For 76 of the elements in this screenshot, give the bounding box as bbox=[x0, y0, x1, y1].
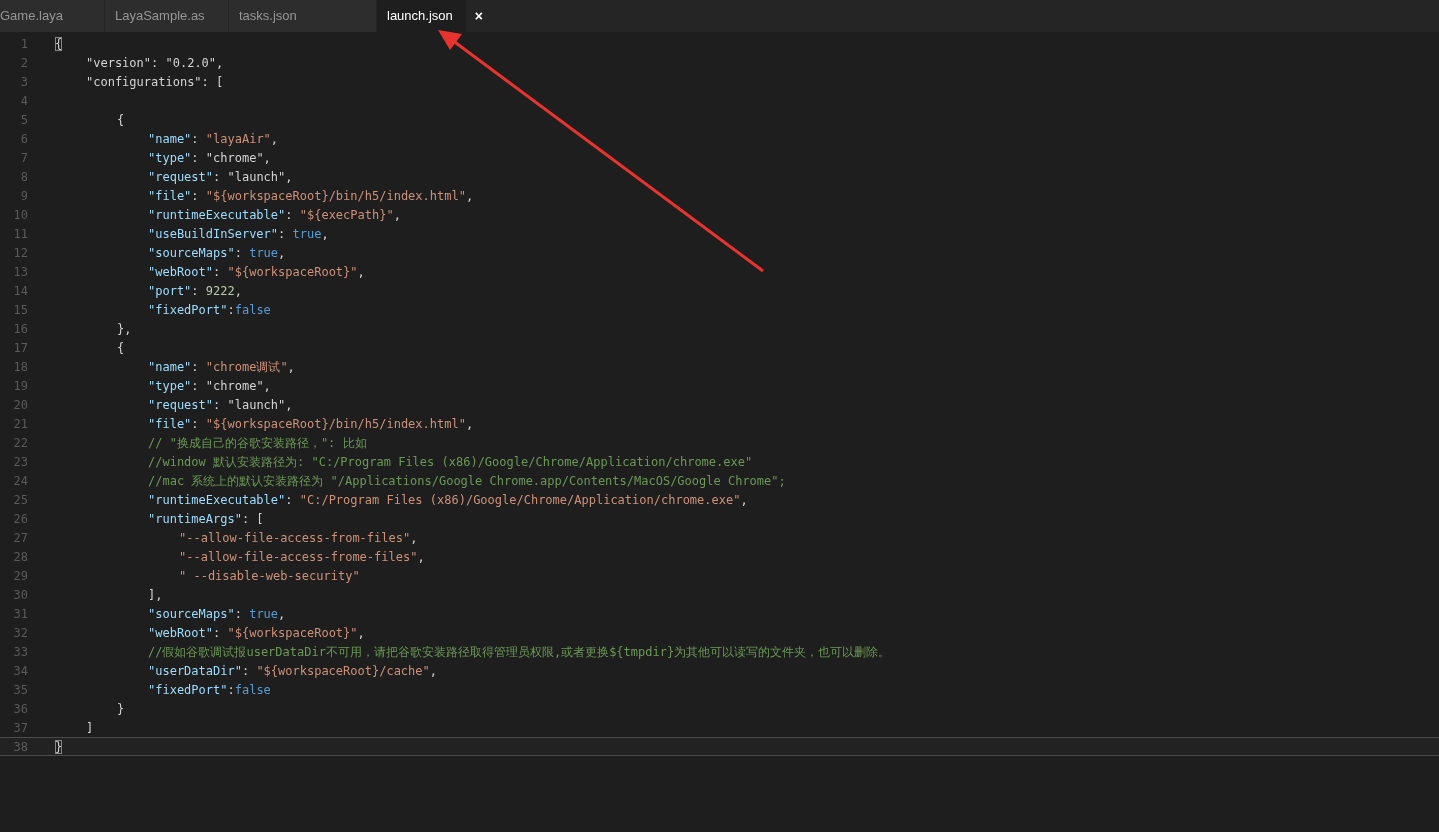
line-number: 16 bbox=[12, 320, 28, 338]
line-number: 37 bbox=[12, 719, 28, 737]
code-line: // "换成自己的谷歌安装路径，": 比如 bbox=[147, 434, 367, 452]
code-line: //window 默认安装路径为: "C:/Program Files (x86)/Google/Chrome/Application/chrome.exe" bbox=[147, 453, 753, 471]
line-number: 15 bbox=[12, 301, 28, 319]
code-line: "fixedPort":false bbox=[147, 301, 271, 319]
line-number: 24 bbox=[12, 472, 28, 490]
code-line: "port": 9222, bbox=[147, 282, 242, 300]
line-number: 29 bbox=[12, 567, 28, 585]
code-line: //假如谷歌调试报userDataDir不可用，请把谷歌安装路径取得管理员权限,或者更换${tmpdir}为其他可以读写的文件夹，也可以删除。 bbox=[147, 643, 891, 661]
code-line: "file": "${workspaceRoot}/bin/h5/index.html", bbox=[147, 415, 474, 433]
line-number: 8 bbox=[19, 168, 28, 186]
close-icon[interactable]: × bbox=[474, 5, 483, 27]
line-number: 7 bbox=[19, 149, 28, 167]
line-number: 1 bbox=[19, 35, 28, 53]
line-number: 32 bbox=[12, 624, 28, 642]
code-line: "sourceMaps": true, bbox=[147, 244, 286, 262]
line-number: 27 bbox=[12, 529, 28, 547]
code-line: }, bbox=[116, 320, 132, 338]
line-number: 5 bbox=[19, 111, 28, 129]
code-line: "name": "layaAir", bbox=[147, 130, 279, 148]
line-number: 30 bbox=[12, 586, 28, 604]
code-line: "type": "chrome", bbox=[147, 377, 271, 395]
line-number: 31 bbox=[12, 605, 28, 623]
line-number: 2 bbox=[19, 54, 28, 72]
line-number: 6 bbox=[19, 130, 28, 148]
code-line: "--allow-file-access-from-files", bbox=[178, 529, 418, 547]
code-line: "version": "0.2.0", bbox=[85, 54, 224, 72]
line-number: 9 bbox=[19, 187, 28, 205]
line-number: 35 bbox=[12, 681, 28, 699]
line-number: 13 bbox=[12, 263, 28, 281]
code-line: { bbox=[116, 111, 125, 129]
code-line: ] bbox=[85, 719, 94, 737]
code-line: "webRoot": "${workspaceRoot}", bbox=[147, 624, 365, 642]
line-number: 23 bbox=[12, 453, 28, 471]
code-line: "configurations": [ bbox=[85, 73, 224, 91]
line-number: 22 bbox=[12, 434, 28, 452]
line-number: 18 bbox=[12, 358, 28, 376]
code-line: "type": "chrome", bbox=[147, 149, 271, 167]
line-number: 14 bbox=[12, 282, 28, 300]
line-number: 12 bbox=[12, 244, 28, 262]
code-line: "webRoot": "${workspaceRoot}", bbox=[147, 263, 365, 281]
code-line: "request": "launch", bbox=[147, 168, 293, 186]
code-line: //mac 系统上的默认安装路径为 "/Applications/Google Chrome.app/Contents/MacOS/Google Chrome"; bbox=[147, 472, 786, 490]
line-number: 36 bbox=[12, 700, 28, 718]
line-number: 38 bbox=[12, 738, 28, 756]
code-line: { bbox=[55, 35, 63, 53]
code-line: } bbox=[116, 700, 125, 718]
line-number: 25 bbox=[12, 491, 28, 509]
line-number: 11 bbox=[12, 225, 28, 243]
code-line: "request": "launch", bbox=[147, 396, 293, 414]
line-number: 20 bbox=[12, 396, 28, 414]
code-line: "--allow-file-access-frome-files", bbox=[178, 548, 425, 566]
code-line: "userDataDir": "${workspaceRoot}/cache", bbox=[147, 662, 437, 680]
line-number: 19 bbox=[12, 377, 28, 395]
code-line: "fixedPort":false bbox=[147, 681, 271, 699]
line-number: 17 bbox=[12, 339, 28, 357]
code-line: "useBuildInServer": true, bbox=[147, 225, 329, 243]
line-number: 34 bbox=[12, 662, 28, 680]
line-number: 33 bbox=[12, 643, 28, 661]
code-line: "name": "chrome调试", bbox=[147, 358, 295, 376]
line-number: 3 bbox=[19, 73, 28, 91]
code-line: } bbox=[55, 738, 63, 756]
code-line: { bbox=[116, 339, 125, 357]
line-number: 21 bbox=[12, 415, 28, 433]
line-number: 10 bbox=[12, 206, 28, 224]
code-line: "runtimeArgs": [ bbox=[147, 510, 264, 528]
code-line: "sourceMaps": true, bbox=[147, 605, 286, 623]
code-line: ], bbox=[147, 586, 163, 604]
code-line: "file": "${workspaceRoot}/bin/h5/index.html", bbox=[147, 187, 474, 205]
code-line: "runtimeExecutable": "${execPath}", bbox=[147, 206, 401, 224]
code-line: " --disable-web-security" bbox=[178, 567, 360, 585]
line-number: 26 bbox=[12, 510, 28, 528]
line-number: 4 bbox=[19, 92, 28, 110]
code-line: "runtimeExecutable": "C:/Program Files (x86)/Google/Chrome/Application/chrome.exe", bbox=[147, 491, 748, 509]
line-number: 28 bbox=[12, 548, 28, 566]
